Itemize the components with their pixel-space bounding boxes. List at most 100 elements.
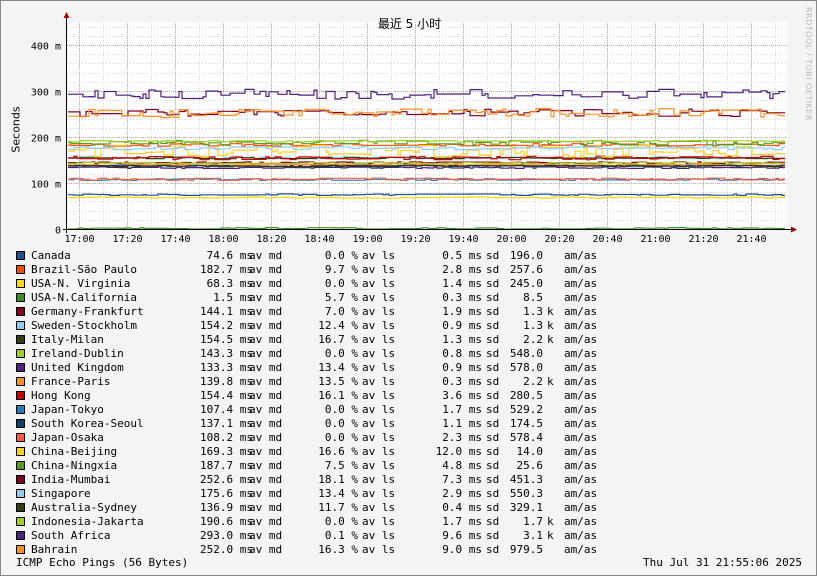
legend-swatch — [16, 433, 25, 442]
legend-loss: 12.4 % — [318, 319, 358, 332]
legend-sd-tag: sd — [486, 333, 500, 346]
legend-am-unit: k — [547, 319, 554, 332]
x-tick-label: 21:40 — [736, 234, 766, 245]
legend-sd-tag: sd — [486, 529, 500, 542]
legend-avg: 136.9 ms — [200, 501, 253, 514]
legend-loss-tag: av ls — [362, 249, 396, 262]
legend-name: China-Beijing — [31, 445, 118, 458]
legend-loss-tag: av ls — [362, 403, 396, 416]
x-tick-label: 21:00 — [640, 234, 670, 245]
legend-am: 529.2 — [509, 403, 543, 416]
legend-sd: 0.3 ms — [442, 375, 482, 388]
legend-avg: 133.3 ms — [200, 361, 253, 374]
legend-am-tag: am/as — [564, 263, 598, 276]
x-tick-label: 20:40 — [592, 234, 622, 245]
legend-loss-tag: av ls — [362, 515, 396, 528]
legend-sd: 0.4 ms — [442, 501, 482, 514]
y-tick-label: 100 m — [31, 180, 61, 191]
legend-sd: 0.9 ms — [442, 319, 482, 332]
legend-am: 451.3 — [509, 473, 543, 486]
legend-avg-tag: av md — [249, 305, 283, 318]
legend-swatch — [16, 517, 25, 526]
legend-name: Italy-Milan — [31, 333, 104, 346]
y-axis-label: Seconds — [9, 106, 23, 153]
legend-name: United Kingdom — [31, 361, 124, 374]
legend-swatch — [16, 349, 25, 358]
legend-avg-tag: av md — [249, 431, 283, 444]
legend-am: 174.5 — [509, 417, 543, 430]
chart-title: 最近 5 小时 — [377, 17, 442, 31]
legend-loss: 7.0 % — [324, 305, 358, 318]
legend-loss: 7.5 % — [324, 459, 358, 472]
legend-avg-tag: av md — [249, 249, 283, 262]
legend-am-tag: am/as — [564, 319, 598, 332]
watermark: RRDTOOL / TOBI OETIKER — [804, 7, 813, 122]
legend-loss-tag: av ls — [362, 361, 396, 374]
legend-avg-tag: av md — [249, 263, 283, 276]
legend-am: 2.2 — [523, 375, 543, 388]
legend-sd-tag: sd — [486, 277, 500, 290]
legend-am-tag: am/as — [564, 277, 598, 290]
legend-avg: 175.6 ms — [200, 487, 253, 500]
legend-avg-tag: av md — [249, 375, 283, 388]
legend-am-unit: k — [547, 515, 554, 528]
legend-loss: 16.1 % — [318, 389, 358, 402]
legend-avg: 293.0 ms — [200, 529, 253, 542]
legend-am-tag: am/as — [564, 473, 598, 486]
legend-loss: 13.4 % — [318, 361, 358, 374]
legend-loss: 0.0 % — [324, 249, 358, 262]
legend-am-tag: am/as — [564, 249, 598, 262]
x-tick-label: 18:40 — [304, 234, 334, 245]
legend-am: 578.4 — [509, 431, 543, 444]
legend-avg-tag: av md — [249, 445, 283, 458]
legend-am-unit: k — [547, 305, 554, 318]
legend-loss: 0.0 % — [324, 417, 358, 430]
legend-avg-tag: av md — [249, 319, 283, 332]
legend-loss: 13.4 % — [318, 487, 358, 500]
legend-sd-tag: sd — [486, 515, 500, 528]
legend-am-tag: am/as — [564, 459, 598, 472]
legend-avg-tag: av md — [249, 459, 283, 472]
y-tick-label: 300 m — [31, 88, 61, 99]
x-tick-label: 19:40 — [448, 234, 478, 245]
x-tick-label: 18:00 — [208, 234, 238, 245]
legend-am: 25.6 — [516, 459, 544, 472]
legend-am: 280.5 — [509, 389, 543, 402]
legend-swatch — [16, 321, 25, 330]
legend-am-tag: am/as — [564, 515, 598, 528]
legend-name: Sweden-Stockholm — [31, 319, 137, 332]
legend-sd-tag: sd — [486, 249, 500, 262]
legend-sd-tag: sd — [486, 459, 500, 472]
legend-am: 1.7 — [523, 515, 543, 528]
x-tick-label: 18:20 — [256, 234, 286, 245]
legend-swatch — [16, 265, 25, 274]
legend-name: Japan-Tokyo — [31, 403, 104, 416]
legend-name: Japan-Osaka — [31, 431, 104, 444]
legend-sd-tag: sd — [486, 431, 500, 444]
legend-am: 329.1 — [509, 501, 543, 514]
legend-avg-tag: av md — [249, 529, 283, 542]
legend-am-tag: am/as — [564, 529, 598, 542]
y-tick-label: 400 m — [31, 42, 61, 53]
legend-sd-tag: sd — [486, 375, 500, 388]
legend-avg: 169.3 ms — [200, 445, 253, 458]
legend-avg-tag: av md — [249, 501, 283, 514]
legend-name: Singapore — [31, 487, 91, 500]
legend-sd: 7.3 ms — [442, 473, 482, 486]
legend-loss-tag: av ls — [362, 487, 396, 500]
legend-name: Hong Kong — [31, 389, 91, 402]
legend-swatch — [16, 405, 25, 414]
legend-avg-tag: av md — [249, 347, 283, 360]
x-tick-label: 19:20 — [400, 234, 430, 245]
legend-avg: 252.0 ms — [200, 543, 253, 556]
legend-loss: 16.6 % — [318, 445, 358, 458]
legend-name: Bahrain — [31, 543, 78, 556]
legend-sd: 2.9 ms — [442, 487, 482, 500]
legend-sd: 4.8 ms — [442, 459, 482, 472]
legend-am-tag: am/as — [564, 501, 598, 514]
legend-loss-tag: av ls — [362, 431, 396, 444]
legend-sd-tag: sd — [486, 501, 500, 514]
legend-avg-tag: av md — [249, 277, 283, 290]
legend-sd: 0.3 ms — [442, 291, 482, 304]
legend-sd-tag: sd — [486, 487, 500, 500]
